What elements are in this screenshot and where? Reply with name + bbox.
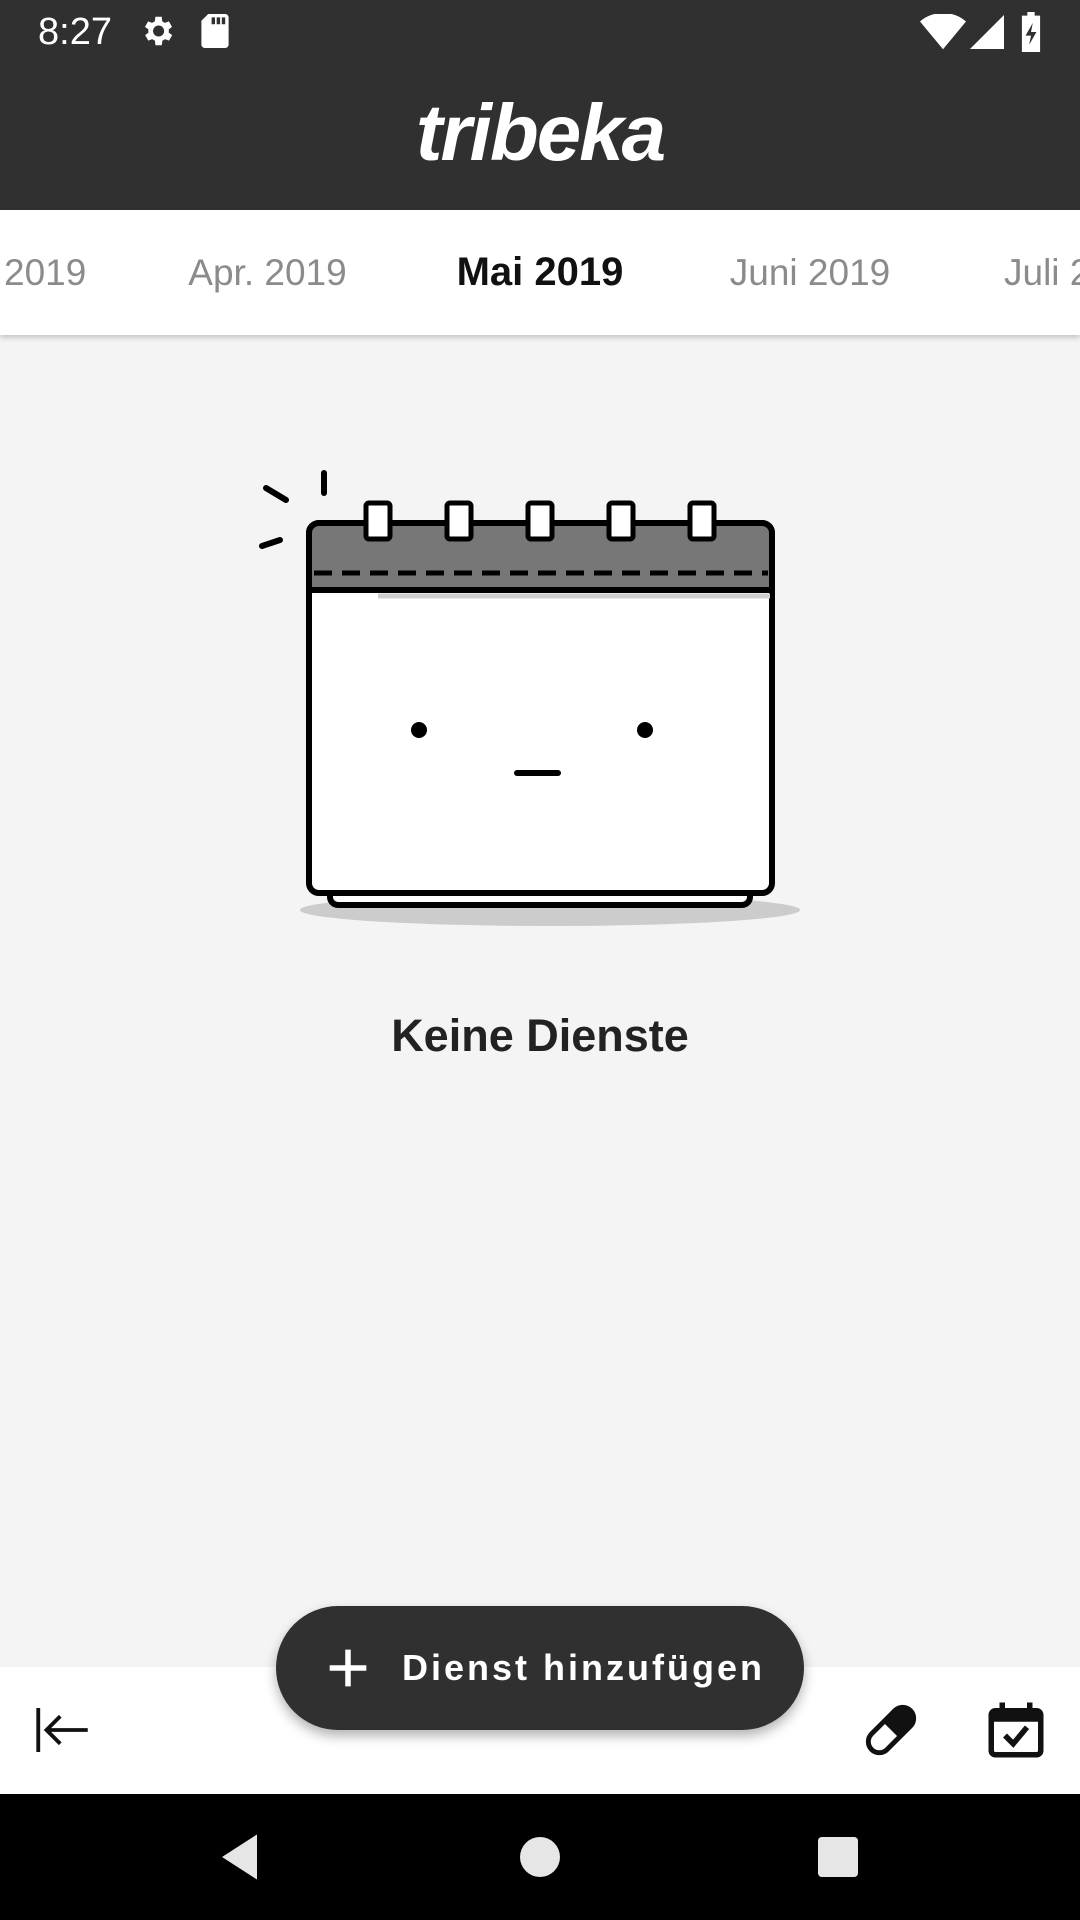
- month-tab-strip[interactable]: 2019 Apr. 2019 Mai 2019 Juni 2019 Juli 2: [0, 210, 1080, 335]
- status-bar: 8:27: [0, 0, 1080, 63]
- empty-state-title: Keine Dienste: [391, 1010, 689, 1061]
- pill-icon[interactable]: [858, 1697, 924, 1763]
- system-nav-bar: [0, 1794, 1080, 1920]
- app-bar: tribeka: [0, 63, 1080, 210]
- sd-card-icon: [201, 14, 229, 48]
- recents-square-icon[interactable]: [808, 1827, 868, 1887]
- tab-month-july[interactable]: Juli 2: [1004, 210, 1080, 335]
- tab-month-may[interactable]: Mai 2019: [430, 210, 650, 335]
- calendar-check-icon[interactable]: [983, 1697, 1049, 1763]
- collapse-left-icon[interactable]: [30, 1697, 96, 1763]
- home-circle-icon[interactable]: [510, 1827, 570, 1887]
- tab-month-june[interactable]: Juni 2019: [700, 210, 920, 335]
- wifi-icon: [920, 14, 966, 50]
- back-triangle-icon[interactable]: [212, 1827, 272, 1887]
- app-logo: tribeka: [415, 88, 666, 177]
- tab-month-prev-2[interactable]: 2019: [4, 210, 94, 335]
- calendar-face-icon: [259, 470, 800, 926]
- add-shift-button[interactable]: Dienst hinzufügen: [276, 1606, 804, 1730]
- status-time: 8:27: [38, 11, 112, 53]
- tab-month-april[interactable]: Apr. 2019: [160, 210, 375, 335]
- cell-signal-icon: [970, 15, 1004, 49]
- battery-charging-icon: [1021, 12, 1041, 52]
- add-shift-label: Dienst hinzufügen: [402, 1647, 765, 1688]
- gear-icon: [144, 16, 173, 46]
- plus-icon: [329, 1649, 367, 1687]
